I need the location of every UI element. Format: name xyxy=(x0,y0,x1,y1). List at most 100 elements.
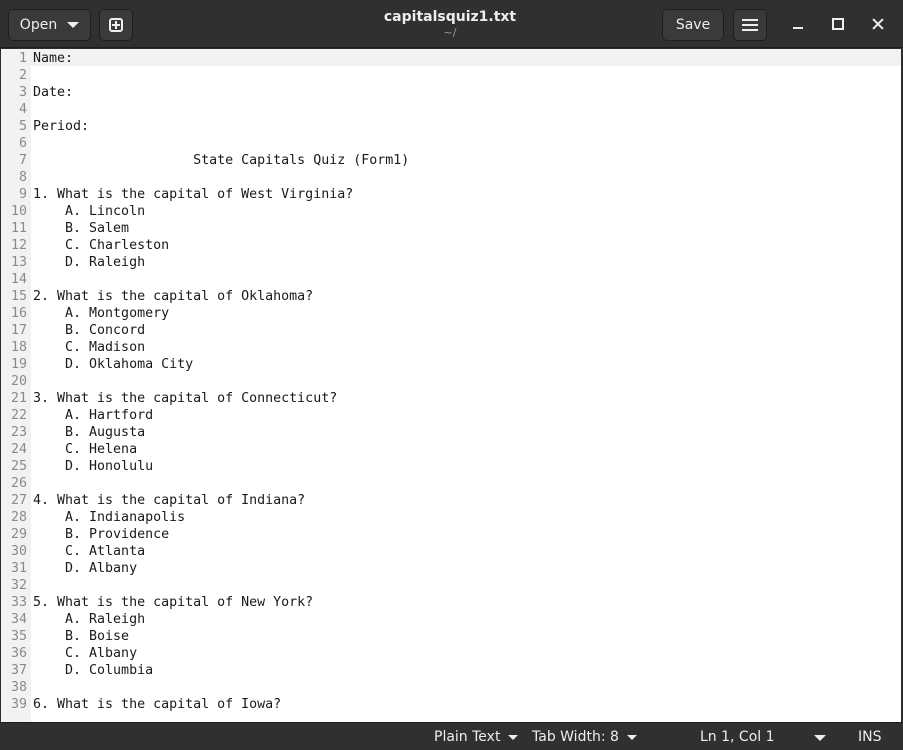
close-button[interactable] xyxy=(866,12,890,36)
text-line[interactable]: 1 Name: xyxy=(1,50,901,67)
text-line[interactable]: 7 State Capitals Quiz (Form1) xyxy=(1,152,901,169)
line-text: D. Honolulu xyxy=(33,459,154,474)
text-line[interactable]: 8 xyxy=(1,169,901,186)
text-editor-area[interactable]: 1 Name: 2 3 Date: 4 5 Period: 6 7 State Capitals … xyxy=(1,49,901,722)
main-menu-button[interactable] xyxy=(733,9,767,41)
status-bar: Plain Text Tab Width: 8 Ln 1, Col 1 INS xyxy=(0,722,903,750)
header-bar: Open capitalsquiz1.txt ~/ Save xyxy=(0,0,903,48)
text-line[interactable]: 38 xyxy=(1,679,901,696)
line-number: 26 xyxy=(10,476,27,491)
text-line[interactable]: 15 2. What is the capital of Oklahoma? xyxy=(1,288,901,305)
maximize-icon xyxy=(832,18,844,30)
line-number: 13 xyxy=(10,255,27,270)
text-line[interactable]: 22 A. Hartford xyxy=(1,407,901,424)
new-document-button[interactable] xyxy=(99,9,133,41)
line-number: 31 xyxy=(10,561,27,576)
line-number: 38 xyxy=(10,680,27,695)
line-number: 15 xyxy=(10,289,27,304)
insert-mode-indicator: INS xyxy=(858,727,882,747)
text-line[interactable]: 33 5. What is the capital of New York? xyxy=(1,594,901,611)
line-text: Name: xyxy=(33,51,74,66)
line-text: C. Albany xyxy=(33,646,138,661)
text-line[interactable]: 11 B. Salem xyxy=(1,220,901,237)
text-line[interactable]: 36 C. Albany xyxy=(1,645,901,662)
text-line[interactable]: 21 3. What is the capital of Connecticut? xyxy=(1,390,901,407)
text-line[interactable]: 9 1. What is the capital of West Virginia… xyxy=(1,186,901,203)
line-text: B. Concord xyxy=(33,323,146,338)
tab-width-label: Tab Width: 8 xyxy=(532,729,619,745)
maximize-button[interactable] xyxy=(826,12,850,36)
window-title: capitalsquiz1.txt xyxy=(383,9,517,25)
text-line[interactable]: 31 D. Albany xyxy=(1,560,901,577)
text-lines: 1 Name: 2 3 Date: 4 5 Period: 6 7 State Capitals … xyxy=(1,50,901,713)
line-text: 5. What is the capital of New York? xyxy=(33,595,314,610)
text-line[interactable]: 18 C. Madison xyxy=(1,339,901,356)
line-text: B. Salem xyxy=(33,221,130,236)
line-text: D. Albany xyxy=(33,561,138,576)
insert-mode-label: INS xyxy=(858,729,882,745)
text-line[interactable]: 32 xyxy=(1,577,901,594)
line-number: 21 xyxy=(10,391,27,406)
text-line[interactable]: 26 xyxy=(1,475,901,492)
line-text: D. Columbia xyxy=(33,663,154,678)
text-line[interactable]: 10 A. Lincoln xyxy=(1,203,901,220)
line-text: Date: xyxy=(33,85,74,100)
text-line[interactable]: 19 D. Oklahoma City xyxy=(1,356,901,373)
line-text: 6. What is the capital of Iowa? xyxy=(33,697,282,712)
minimize-button[interactable] xyxy=(786,12,810,36)
cursor-position-selector[interactable]: Ln 1, Col 1 xyxy=(700,727,775,747)
tab-width-selector[interactable]: Tab Width: 8 xyxy=(532,727,637,747)
line-number: 23 xyxy=(10,425,27,440)
text-line[interactable]: 2 xyxy=(1,67,901,84)
line-text: A. Montgomery xyxy=(33,306,170,321)
window-title-area: capitalsquiz1.txt ~/ xyxy=(300,8,600,40)
text-line[interactable]: 35 B. Boise xyxy=(1,628,901,645)
text-line[interactable]: 14 xyxy=(1,271,901,288)
text-line[interactable]: 4 xyxy=(1,101,901,118)
line-text: B. Providence xyxy=(33,527,170,542)
new-tab-icon xyxy=(109,18,123,32)
line-number: 35 xyxy=(10,629,27,644)
text-line[interactable]: 20 xyxy=(1,373,901,390)
text-line[interactable]: 25 D. Honolulu xyxy=(1,458,901,475)
line-number: 16 xyxy=(10,306,27,321)
text-line[interactable]: 5 Period: xyxy=(1,118,901,135)
line-number: 30 xyxy=(10,544,27,559)
text-line[interactable]: 13 D. Raleigh xyxy=(1,254,901,271)
text-line[interactable]: 23 B. Augusta xyxy=(1,424,901,441)
line-number: 33 xyxy=(10,595,27,610)
chevron-down-icon xyxy=(508,734,519,740)
text-line[interactable]: 39 6. What is the capital of Iowa? xyxy=(1,696,901,713)
line-number: 7 xyxy=(18,153,27,168)
text-line[interactable]: 17 B. Concord xyxy=(1,322,901,339)
line-number: 20 xyxy=(10,374,27,389)
open-button[interactable]: Open xyxy=(8,9,91,41)
minimize-icon xyxy=(793,27,803,29)
text-line[interactable]: 16 A. Montgomery xyxy=(1,305,901,322)
text-line[interactable]: 29 B. Providence xyxy=(1,526,901,543)
line-number: 28 xyxy=(10,510,27,525)
save-button[interactable]: Save xyxy=(662,9,724,41)
line-number: 24 xyxy=(10,442,27,457)
text-line[interactable]: 28 A. Indianapolis xyxy=(1,509,901,526)
line-number: 14 xyxy=(10,272,27,287)
language-label: Plain Text xyxy=(434,729,501,745)
line-text: A. Hartford xyxy=(33,408,154,423)
window-subtitle: ~/ xyxy=(443,26,457,39)
line-number: 17 xyxy=(10,323,27,338)
text-line[interactable]: 3 Date: xyxy=(1,84,901,101)
line-number: 11 xyxy=(10,221,27,236)
line-text: A. Lincoln xyxy=(33,204,146,219)
text-line[interactable]: 24 C. Helena xyxy=(1,441,901,458)
text-line[interactable]: 34 A. Raleigh xyxy=(1,611,901,628)
text-line[interactable]: 27 4. What is the capital of Indiana? xyxy=(1,492,901,509)
text-line[interactable]: 37 D. Columbia xyxy=(1,662,901,679)
text-line[interactable]: 6 xyxy=(1,135,901,152)
text-line[interactable]: 30 C. Atlanta xyxy=(1,543,901,560)
language-selector[interactable]: Plain Text xyxy=(434,727,519,747)
chevron-down-icon[interactable] xyxy=(814,735,826,741)
text-editor-window: Open capitalsquiz1.txt ~/ Save 1 Name: 2… xyxy=(0,0,903,750)
line-text: 2. What is the capital of Oklahoma? xyxy=(33,289,314,304)
line-number: 25 xyxy=(10,459,27,474)
text-line[interactable]: 12 C. Charleston xyxy=(1,237,901,254)
